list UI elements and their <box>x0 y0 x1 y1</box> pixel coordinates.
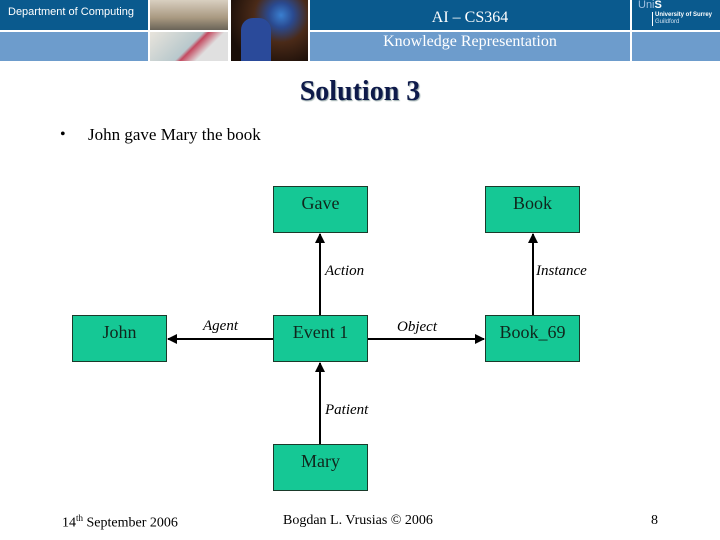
footer-date-day: 14 <box>62 515 76 531</box>
edge-label-object: Object <box>397 319 437 335</box>
edge-label-action: Action <box>325 263 365 279</box>
edge-label-instance: Instance <box>536 263 587 279</box>
node-book69: Book_69 <box>485 315 580 362</box>
node-john: John <box>72 315 167 362</box>
footer-date-suffix: th <box>76 513 84 523</box>
edge-label-patient: Patient <box>325 402 369 418</box>
footer-date: 14th September 2006 <box>62 513 178 532</box>
footer-date-rest: September 2006 <box>83 515 178 531</box>
node-mary: Mary <box>273 444 368 491</box>
node-book: Book <box>485 186 580 233</box>
footer-author: Bogdan L. Vrusias © 2006 <box>283 513 433 528</box>
node-event: Event 1 <box>273 315 368 362</box>
edge-label-agent: Agent <box>203 318 238 334</box>
node-gave: Gave <box>273 186 368 233</box>
footer-page-number: 8 <box>651 513 658 528</box>
